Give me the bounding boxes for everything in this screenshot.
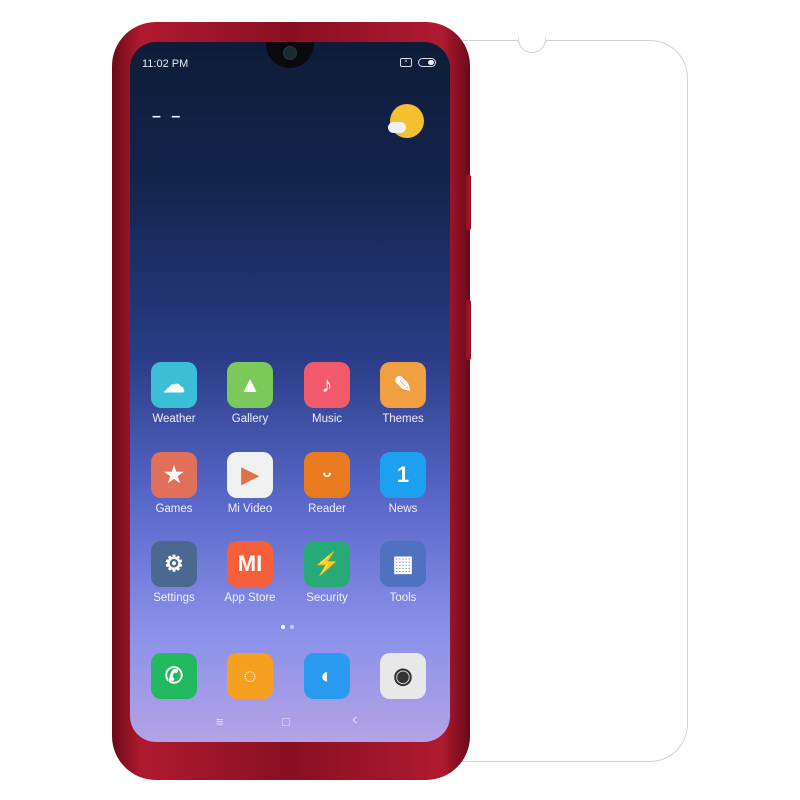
themes-icon: ✎: [380, 362, 426, 408]
app-reader[interactable]: ᵕ Reader: [289, 452, 365, 515]
app-label: Mi Video: [227, 503, 273, 515]
app-security[interactable]: ⚡ Security: [289, 541, 365, 604]
power-button: [466, 300, 471, 360]
dock-browser[interactable]: ◐: [289, 653, 365, 699]
app-label: Gallery: [231, 413, 269, 425]
music-icon: ♪: [304, 362, 350, 408]
dock-phone[interactable]: ✆: [136, 653, 212, 699]
news-icon: 1: [380, 452, 426, 498]
mi-video-icon: ▶: [227, 452, 273, 498]
phone-icon: ✆: [151, 653, 197, 699]
clock-widget[interactable]: – –: [152, 108, 183, 126]
app-weather[interactable]: ☁ Weather: [136, 362, 212, 425]
app-app-store[interactable]: MI App Store: [212, 541, 288, 604]
app-label: Games: [155, 503, 193, 515]
browser-icon: ◐: [304, 653, 350, 699]
page-indicator[interactable]: [281, 625, 294, 629]
app-label: News: [388, 503, 418, 515]
app-tools[interactable]: ▦ Tools: [365, 541, 441, 604]
back-button[interactable]: ‹: [352, 711, 357, 729]
messaging-icon: ◌: [227, 653, 273, 699]
app-music[interactable]: ♪ Music: [289, 362, 365, 425]
sim-icon: ×: [400, 58, 412, 67]
camera-icon: ◉: [380, 653, 426, 699]
app-label: Reader: [308, 503, 346, 515]
home-button[interactable]: □: [282, 714, 290, 729]
app-label: Weather: [152, 413, 196, 425]
menu-button[interactable]: ≡: [216, 714, 224, 729]
app-gallery[interactable]: ▲ Gallery: [212, 362, 288, 425]
page-dot[interactable]: [290, 625, 294, 629]
app-label: App Store: [224, 592, 276, 604]
gallery-icon: ▲: [227, 362, 273, 408]
volume-button: [466, 175, 471, 230]
app-label: Settings: [153, 592, 195, 604]
front-camera: [283, 46, 297, 60]
app-label: Music: [311, 413, 343, 425]
app-games[interactable]: ★ Games: [136, 452, 212, 515]
app-label: Tools: [389, 592, 417, 604]
status-icons: ×: [400, 58, 436, 67]
app-settings[interactable]: ⚙ Settings: [136, 541, 212, 604]
app-store-icon: MI: [227, 541, 273, 587]
app-label: Security: [306, 592, 348, 604]
dock-camera[interactable]: ◉: [365, 653, 441, 699]
security-icon: ⚡: [304, 541, 350, 587]
app-mi-video[interactable]: ▶ Mi Video: [212, 452, 288, 515]
dock-messaging[interactable]: ◌: [212, 653, 288, 699]
weather-icon: ☁: [151, 362, 197, 408]
battery-icon: [418, 58, 436, 67]
app-label: Themes: [382, 413, 424, 425]
page-dot[interactable]: [281, 625, 285, 629]
settings-icon: ⚙: [151, 541, 197, 587]
reader-icon: ᵕ: [304, 452, 350, 498]
app-news[interactable]: 1 News: [365, 452, 441, 515]
cloud-icon: [388, 122, 406, 133]
tools-folder-icon: ▦: [380, 541, 426, 587]
games-icon: ★: [151, 452, 197, 498]
app-themes[interactable]: ✎ Themes: [365, 362, 441, 425]
status-time: 11:02 PM: [142, 58, 189, 70]
home-screen: 11:02 PM × – – ☁ Weather ▲ Gallery ♪ Music ✎ Th…: [130, 42, 450, 742]
